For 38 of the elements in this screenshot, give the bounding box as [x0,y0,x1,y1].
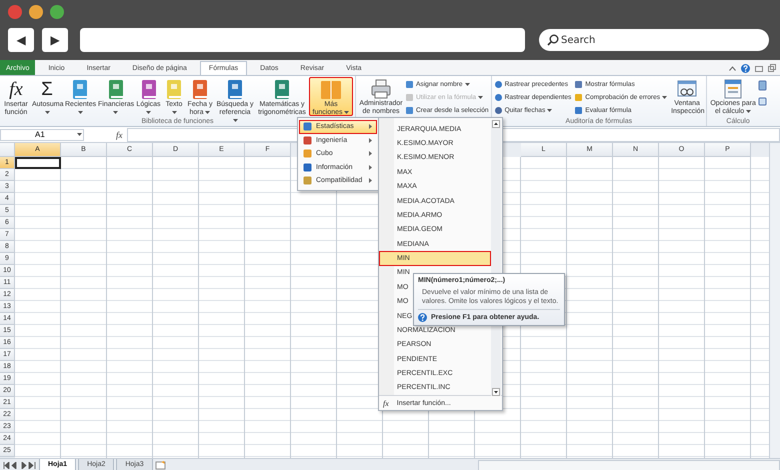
search-field[interactable]: Search [539,29,769,51]
submenu-arrow-icon [369,178,372,184]
search-icon [547,34,559,46]
horizontal-scrollbar[interactable] [478,460,780,470]
help-icon [418,313,427,322]
vertical-scrollbar[interactable] [769,143,780,458]
submenu-arrow-icon [369,138,372,143]
function-glyph: Σ [40,79,54,100]
submenu-arrow-icon [369,151,372,156]
forward-button[interactable]: ▶ [42,28,68,52]
window-control[interactable] [29,5,43,19]
name-box[interactable]: A1 [0,128,84,140]
collapse-icon[interactable] [729,66,736,70]
window-control[interactable] [8,5,22,19]
sheet-navigation-icon[interactable] [3,462,37,468]
printer-icon [371,79,391,99]
cell-reference: A1 [35,130,45,139]
back-button[interactable]: ◀ [8,28,34,52]
address-field[interactable] [80,28,525,52]
calculator-sheet-icon [724,79,742,99]
new-sheet-icon[interactable] [154,460,167,470]
submenu-arrow-icon [369,164,372,170]
help-icon[interactable] [741,64,750,72]
caret-icon [76,133,82,136]
scroll-down-icon[interactable] [492,388,500,396]
function-glyph: fx [383,398,389,408]
calculate-sheet-icon[interactable] [758,97,768,106]
insert-function-button[interactable]: fx [116,130,122,140]
watch-window-icon [677,79,698,99]
function-glyph: fx [8,79,24,100]
window-control[interactable] [50,5,64,19]
caret-icon [746,110,752,113]
active-cell[interactable] [15,157,61,169]
scroll-up-icon[interactable] [492,120,500,128]
minimize-icon[interactable] [755,64,763,72]
calculate-icon[interactable] [758,80,768,91]
restore-icon[interactable] [768,64,776,72]
submenu-arrow-icon [369,124,372,130]
